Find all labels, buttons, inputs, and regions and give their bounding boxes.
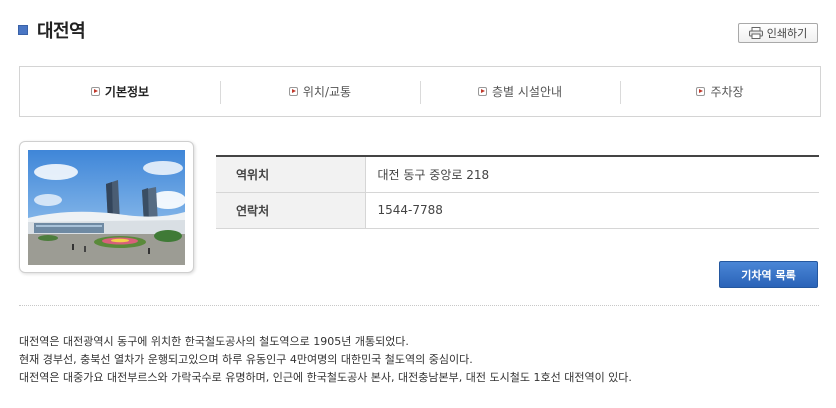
arrow-icon bbox=[477, 87, 487, 96]
arrow-icon bbox=[90, 87, 100, 96]
tab-label: 주차장 bbox=[710, 85, 744, 99]
table-row: 연락처 1544-7788 bbox=[216, 192, 819, 228]
table-row: 역위치 대전 동구 중앙로 218 bbox=[216, 156, 819, 192]
tab-label: 기본정보 bbox=[104, 85, 150, 99]
station-photo-frame bbox=[19, 141, 194, 273]
contact-value: 1544-7788 bbox=[377, 203, 443, 217]
tab-floor-facilities[interactable]: 층별 시설안내 bbox=[420, 67, 620, 116]
title-area: 대전역 bbox=[18, 16, 86, 44]
print-button-label: 인쇄하기 bbox=[766, 27, 808, 40]
printer-icon bbox=[748, 27, 763, 39]
description-line: 대전역은 대전광역시 동구에 위치한 한국철도공사의 철도역으로 1905년 개… bbox=[19, 335, 409, 348]
tab-basic-info[interactable]: 기본정보 bbox=[20, 67, 220, 116]
print-button[interactable]: 인쇄하기 bbox=[738, 23, 818, 43]
contact-label: 연락처 bbox=[216, 192, 366, 228]
description-line: 현재 경부선, 충북선 열차가 운행되고있으며 하루 유동인구 4만여명의 대한… bbox=[19, 353, 473, 366]
arrow-icon bbox=[696, 87, 706, 96]
description-line: 대전역은 대중가요 대전부르스와 가락국수로 유명하며, 인근에 한국철도공사 … bbox=[19, 371, 632, 384]
tab-bar: 기본정보 위치/교통 층별 시설안내 주차장 bbox=[19, 66, 821, 117]
station-description: 대전역은 대전광역시 동구에 위치한 한국철도공사의 철도역으로 1905년 개… bbox=[19, 333, 632, 387]
station-info-table: 역위치 대전 동구 중앙로 218 연락처 1544-7788 bbox=[216, 155, 819, 229]
tab-location-transport[interactable]: 위치/교통 bbox=[220, 67, 420, 116]
page-title: 대전역 bbox=[37, 21, 86, 42]
divider bbox=[19, 305, 819, 306]
location-label: 역위치 bbox=[216, 156, 366, 192]
tab-label: 층별 시설안내 bbox=[491, 85, 563, 99]
station-list-button[interactable]: 기차역 목록 bbox=[719, 261, 818, 288]
arrow-icon bbox=[288, 87, 298, 96]
location-value: 대전 동구 중앙로 218 bbox=[377, 167, 490, 182]
tab-parking[interactable]: 주차장 bbox=[620, 67, 820, 116]
tab-label: 위치/교통 bbox=[302, 85, 352, 99]
station-photo bbox=[28, 150, 185, 265]
title-bullet-icon bbox=[18, 25, 28, 35]
